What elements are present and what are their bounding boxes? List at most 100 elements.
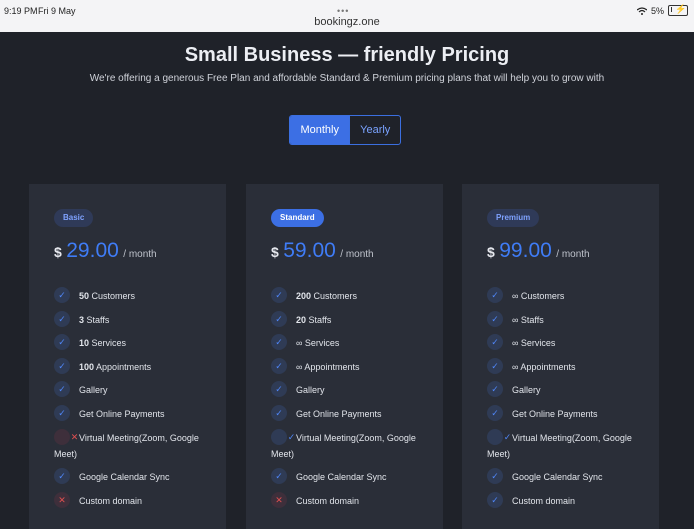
feature-item: ✕ Virtual Meeting(Zoom, Google Meet) [54,428,214,462]
price-currency: $ [54,244,62,260]
check-icon: ✓ [487,357,503,374]
status-right: 5% ⚡ [636,4,688,16]
price-period: / month [556,249,590,260]
feature-item: ✓ 50 Customers [54,287,214,304]
feature-count: 50 [79,291,90,301]
address-bar[interactable]: bookingz.one [0,16,694,28]
feature-item: ✓ ∞ Staffs [487,310,647,328]
feature-item: ✓ Custom domain [487,491,647,509]
feature-list: ✓ 50 Customers ✓ 3 Staffs ✓ 10 Services ✓ 100 A… [54,287,214,516]
plan-price: $ 59.00 / month [271,239,374,263]
check-icon: ✓ [54,287,70,303]
check-icon: ✓ [487,381,503,398]
feature-item: ✓ Virtual Meeting(Zoom, Google Meet) [487,428,647,462]
feature-label: ∞ Services [512,338,556,349]
price-currency: $ [487,244,495,260]
feature-label: Get Online Payments [296,408,382,419]
feature-label: Customers [91,291,136,301]
feature-item: ✓ ∞ Services [271,334,431,351]
feature-label: Customers [313,291,358,301]
check-icon: ✓ [271,310,287,327]
feature-item: ✓ 3 Staffs [54,310,214,328]
yearly-button[interactable]: Yearly [349,116,400,144]
cross-icon: ✕ [54,428,78,445]
page-subtitle: We're offering a generous Free Plan and … [89,73,605,84]
check-icon: ✓ [487,428,511,445]
monthly-button[interactable]: Monthly [290,116,350,144]
feature-label: ∞ Appointments [296,361,360,372]
check-icon: ✓ [487,310,503,327]
check-icon: ✓ [271,404,287,421]
feature-item: ✓ ∞ Appointments [271,357,431,375]
feature-item: ✓ Get Online Payments [271,404,431,422]
feature-label: Custom domain [79,495,143,506]
feature-label: Appointments [96,361,152,372]
feature-item: ✕ Custom domain [271,491,431,509]
feature-count: 100 [79,361,95,372]
feature-label: Google Calendar Sync [79,472,170,483]
plan-price: $ 29.00 / month [54,239,157,263]
feature-item: ✓ Google Calendar Sync [271,468,431,485]
check-icon: ✓ [54,381,70,398]
feature-item: ✓ 200 Customers [271,287,431,304]
check-icon: ✓ [487,334,503,351]
feature-label: Staffs [86,314,110,325]
feature-label: Staffs [308,314,332,325]
feature-label: ∞ Staffs [512,314,544,325]
feature-item: ✓ Get Online Payments [487,404,647,422]
check-icon: ✓ [487,404,503,421]
feature-label: Gallery [296,385,325,396]
feature-item: ✓ ∞ Services [487,334,647,351]
price-currency: $ [271,244,279,260]
feature-label: Get Online Payments [512,408,598,419]
wifi-icon [636,6,647,15]
page-title: Small Business — friendly Pricing [184,44,510,66]
price-period: / month [123,249,157,260]
feature-list: ✓ ∞ Customers ✓ ∞ Staffs ✓ ∞ Services ✓ ∞ Appoi… [487,287,647,516]
feature-item: ✓ 20 Staffs [271,310,431,328]
check-icon: ✓ [54,334,70,351]
feature-item: ✓ Gallery [487,381,647,398]
status-time: 9:19 PM [4,6,38,16]
check-icon: ✓ [271,468,287,485]
pricing-card-standard: Standard $ 59.00 / month ✓ 200 Customers ✓ 20… [246,184,443,529]
pricing-card-premium: Premium $ 99.00 / month ✓ ∞ Customers ✓ ∞ Sta… [462,184,659,529]
billing-toggle: Monthly Yearly [289,115,401,145]
feature-count: 10 [79,338,90,349]
feature-label: Services [91,338,127,349]
plan-badge: Premium [487,209,540,227]
check-icon: ✓ [487,468,503,485]
feature-item: ✓ Google Calendar Sync [487,468,647,485]
feature-list: ✓ 200 Customers ✓ 20 Staffs ✓ ∞ Services ✓ ∞ Ap… [271,287,431,516]
price-amount: 59.00 [283,239,336,262]
feature-label: Custom domain [512,495,576,506]
check-icon: ✓ [54,404,70,421]
feature-label: Gallery [79,385,108,396]
check-icon: ✓ [271,381,287,398]
feature-count: 3 [79,314,85,325]
feature-label: ∞ Services [296,338,340,349]
feature-label: Google Calendar Sync [512,472,603,483]
price-amount: 99.00 [499,239,552,262]
more-dots-icon[interactable]: ••• [337,6,349,16]
feature-item: ✓ Virtual Meeting(Zoom, Google Meet) [271,428,431,462]
feature-item: ✓ Gallery [271,381,431,398]
feature-item: ✓ 10 Services [54,334,214,351]
check-icon: ✓ [271,287,287,303]
check-icon: ✓ [54,357,70,374]
status-date: Fri 9 May [38,6,76,16]
plan-badge: Basic [54,209,94,227]
feature-label: Custom domain [296,495,360,506]
feature-item: ✕ Custom domain [54,491,214,509]
browser-status-bar: 9:19 PM Fri 9 May ••• bookingz.one 5% ⚡ [0,0,694,32]
plan-badge: Standard [271,209,324,227]
feature-label: Gallery [512,385,541,396]
check-icon: ✓ [487,287,503,303]
feature-item: ✓ ∞ Customers [487,287,647,304]
pricing-card-basic: Basic $ 29.00 / month ✓ 50 Customers ✓ 3 Staf… [29,184,226,529]
feature-item: ✓ Gallery [54,381,214,398]
check-icon: ✓ [54,310,70,327]
check-icon: ✓ [271,334,287,351]
battery-percent: 5% [650,5,664,16]
feature-item: ✓ Get Online Payments [54,404,214,422]
